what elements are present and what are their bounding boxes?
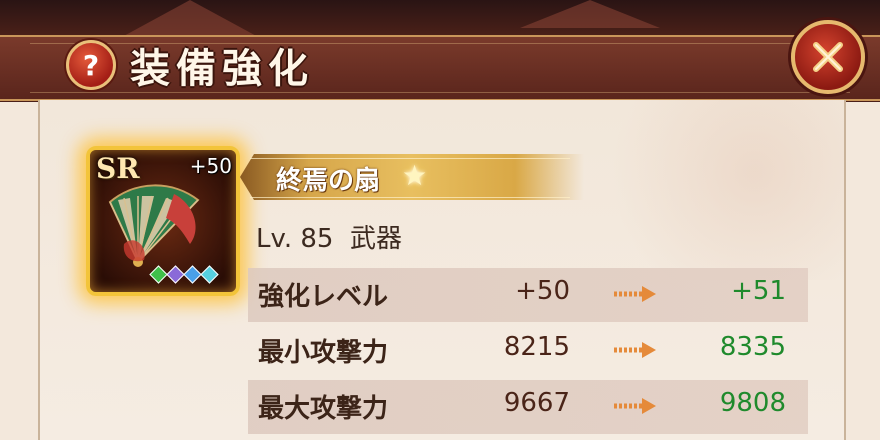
stat-row-min-attack: 最小攻撃力 8215 8335 [248, 324, 808, 378]
stat-current-value: 9667 [503, 388, 570, 418]
gem-icon [183, 265, 202, 284]
arrow-right-icon [614, 286, 656, 302]
stat-row-max-attack: 最大攻撃力 9667 9808 [248, 380, 808, 434]
stat-label: 強化レベル [258, 282, 389, 312]
mountain-decoration [120, 0, 260, 38]
stat-next-value: 9808 [719, 388, 786, 418]
item-name: 終焉の扇 [276, 166, 381, 196]
header-bar: ? 装備強化 [0, 0, 880, 102]
mountain-decoration [520, 0, 660, 28]
page-title: 装備強化 [130, 46, 314, 92]
item-type: 武器 [350, 224, 403, 254]
help-button[interactable]: ? [66, 40, 116, 90]
rarity-label: SR [96, 152, 140, 185]
stat-next-value: 8335 [719, 332, 786, 362]
question-mark-icon: ? [82, 48, 100, 82]
gem-icon [166, 265, 185, 284]
stat-current-value: +50 [515, 276, 570, 306]
item-level-type: Lv. 85 武器 [256, 218, 402, 255]
gem-icon [200, 265, 219, 284]
star-icon: ★ [402, 159, 428, 192]
arrow-right-icon [614, 342, 656, 358]
item-level: Lv. 85 [256, 224, 334, 254]
stat-next-value: +51 [731, 276, 786, 306]
item-card[interactable]: SR +50 [86, 146, 240, 296]
stat-current-value: 8215 [503, 332, 570, 362]
panel-pattern [544, 100, 844, 280]
close-button[interactable] [791, 20, 865, 94]
stat-label: 最大攻撃力 [258, 394, 389, 424]
stat-label: 最小攻撃力 [258, 338, 389, 368]
close-x-icon [813, 42, 843, 72]
stat-row-enhance-level: 強化レベル +50 +51 [248, 268, 808, 322]
gem-slots [149, 265, 219, 284]
folding-fan-icon [108, 184, 200, 267]
gem-icon [149, 265, 168, 284]
arrow-right-icon [614, 398, 656, 414]
enhance-level-badge: +50 [189, 154, 232, 178]
